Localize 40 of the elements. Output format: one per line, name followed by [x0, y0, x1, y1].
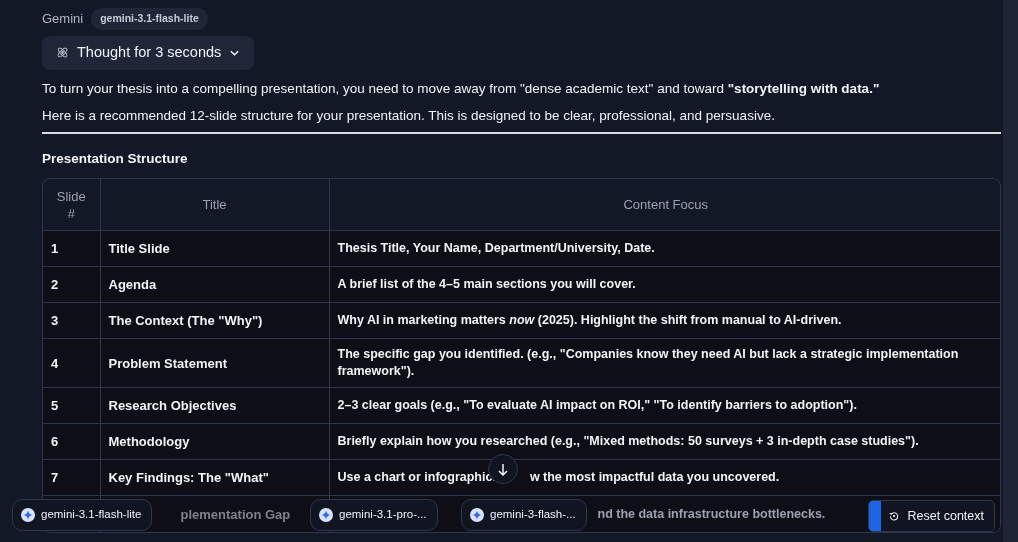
table-cell: The specific gap you identified. (e.g., "Companies know they need AI but lack a strategic implementation framework").	[329, 338, 1000, 388]
section-heading: Presentation Structure	[42, 149, 189, 168]
sparkle-icon	[319, 508, 333, 522]
reset-icon	[889, 509, 900, 523]
model-chip[interactable]: gemini-3-flash-...	[461, 499, 587, 531]
table-cell: 2–3 clear goals (e.g., "To evaluate AI impact on ROI," "To identify barriers to adoption").	[329, 387, 1000, 424]
table-cell: Key Findings: The "What"	[100, 459, 329, 496]
table-cell: Briefly explain how you researched (e.g., "Mixed methods: 50 surveys + 3 in-depth case studies").	[329, 423, 1000, 460]
table-cell: The Context (The "Why")	[100, 302, 329, 339]
sparkle-icon	[21, 508, 35, 522]
table-cell: 3	[43, 302, 100, 339]
sparkle-icon	[470, 508, 484, 522]
thought-toggle[interactable]: Thought for 3 seconds	[42, 35, 255, 70]
column-header: Content Focus	[329, 178, 1000, 231]
table-cell: w the most impactful data you uncovered.	[529, 470, 780, 485]
table-cell: Research Objectives	[100, 387, 329, 424]
table-cell: 1	[43, 230, 100, 267]
assistant-name: Gemini	[42, 10, 84, 29]
paragraph: Here is a recommended 12-slide structure for your presentation. This is designed to be clear, professional, and persuasive.	[42, 106, 776, 124]
model-chip[interactable]: gemini-3.1-flash-lite	[12, 499, 153, 531]
table-cell: Use a chart or infographic.	[337, 470, 496, 485]
paragraph: To turn your thesis into a compelling presentation, you need to move away from "dense academic text" and toward "storytelling with data."	[42, 79, 881, 97]
table-cell: 5	[43, 387, 100, 424]
table-cell: Thesis Title, Your Name, Department/University, Date.	[329, 230, 1000, 267]
table-cell: plementation Gap	[180, 506, 291, 522]
table-cell: Problem Statement	[100, 338, 329, 388]
model-chip[interactable]: gemini-3.1-pro-...	[310, 499, 438, 531]
table-cell: Why AI in marketing matters now (2025). Highlight the shift from manual to AI-driven.	[329, 302, 1000, 339]
table-cell: 2	[43, 266, 100, 303]
table-cell: 7	[43, 459, 100, 496]
table-cell: A brief list of the 4–5 main sections you will cover.	[329, 266, 1000, 303]
atom-icon	[56, 46, 69, 60]
table-cell: Agenda	[100, 266, 329, 303]
table-cell: 6	[43, 423, 100, 460]
table-cell: 4	[43, 338, 100, 388]
model-badge: gemini-3.1-flash-lite	[91, 8, 208, 30]
table-cell: Title Slide	[100, 230, 329, 267]
reset-context-button[interactable]: Reset context	[868, 500, 995, 532]
table-cell: Methodology	[100, 423, 329, 460]
arrow-down-icon	[498, 462, 508, 476]
